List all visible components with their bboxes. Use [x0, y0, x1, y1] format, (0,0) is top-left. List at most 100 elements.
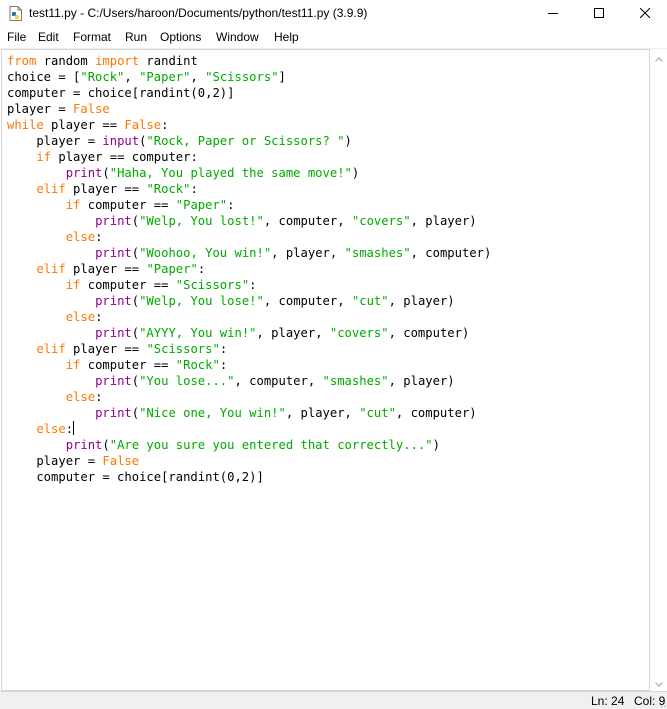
string-token: "Paper"	[139, 70, 191, 84]
keyword-token: else	[65, 310, 96, 324]
code-line[interactable]: elif player == "Paper":	[7, 262, 205, 276]
code-line[interactable]: computer = choice[randint(0,2)]	[7, 470, 263, 484]
code-token: player ==	[65, 342, 147, 356]
scroll-up-button[interactable]	[650, 49, 667, 66]
code-token: , player,	[271, 246, 345, 260]
menu-help[interactable]: Help	[274, 30, 299, 44]
builtin-token: print	[95, 374, 132, 388]
code-line[interactable]: print("Are you sure you entered that cor…	[7, 438, 440, 452]
string-token: "Paper"	[175, 198, 228, 212]
minimize-button[interactable]	[530, 0, 576, 27]
code-line[interactable]: print("Welp, You lost!", computer, "cove…	[7, 214, 477, 228]
menu-run[interactable]: Run	[125, 30, 147, 44]
code-line[interactable]: while player == False:	[7, 118, 168, 132]
string-token: "Rock"	[175, 358, 220, 372]
vertical-scrollbar[interactable]	[650, 49, 667, 691]
code-line[interactable]: computer = choice[randint(0,2)]	[7, 86, 234, 100]
code-line[interactable]: if computer == "Rock":	[7, 358, 227, 372]
string-token: "Rock, Paper or Scissors? "	[146, 134, 345, 148]
code-token: :	[161, 118, 169, 132]
code-token: ,	[124, 70, 140, 84]
code-token: :	[65, 422, 74, 436]
keyword-token: import	[95, 54, 140, 68]
keyword-token: else	[36, 422, 66, 436]
menu-file[interactable]: File	[7, 30, 26, 44]
code-token: (	[131, 246, 140, 260]
string-token: "smashes"	[344, 246, 411, 260]
code-token: , computer,	[263, 214, 352, 228]
builtin-token: print	[95, 246, 132, 260]
code-line[interactable]: from random import randint	[7, 54, 198, 68]
code-token: player ==	[65, 262, 147, 276]
code-token: , computer,	[234, 374, 323, 388]
code-line[interactable]: print("Nice one, You win!", player, "cut…	[7, 406, 477, 420]
code-text[interactable]: from random import randint choice = ["Ro…	[7, 53, 491, 485]
builtin-token: print	[95, 294, 132, 308]
code-token: player ==	[65, 182, 147, 196]
code-editor[interactable]: from random import randint choice = ["Ro…	[1, 49, 650, 691]
code-line[interactable]: elif player == "Scissors":	[7, 342, 227, 356]
string-token: "Scissors"	[175, 278, 250, 292]
menu-bar: File Edit Format Run Options Window Help	[0, 27, 667, 49]
code-token: player =	[7, 134, 103, 148]
code-line[interactable]: print("AYYY, You win!", player, "covers"…	[7, 326, 469, 340]
code-line[interactable]: choice = ["Rock", "Paper", "Scissors"]	[7, 70, 286, 84]
code-line[interactable]: player = False	[7, 454, 139, 468]
string-token: "Paper"	[146, 262, 198, 276]
code-line[interactable]: elif player == "Rock":	[7, 182, 197, 196]
string-token: "Welp, You lose!"	[139, 294, 264, 308]
code-line[interactable]: else:	[7, 390, 103, 404]
code-line[interactable]: print("Woohoo, You win!", player, "smash…	[7, 246, 491, 260]
code-token: ]	[278, 70, 286, 84]
title-bar[interactable]: test11.py - C:/Users/haroon/Documents/py…	[0, 0, 667, 27]
keyword-token: False	[102, 454, 140, 468]
menu-edit[interactable]: Edit	[38, 30, 59, 44]
code-line[interactable]: if computer == "Paper":	[7, 198, 235, 212]
builtin-token: input	[102, 134, 140, 148]
string-token: "AYYY, You win!"	[139, 326, 257, 340]
builtin-token: print	[95, 326, 132, 340]
code-token: player =	[7, 102, 74, 116]
string-token: "Rock"	[146, 182, 191, 196]
code-token: :	[219, 342, 228, 356]
code-token: computer = choice[randint(0,2)]	[7, 86, 235, 100]
minimize-icon	[548, 5, 558, 23]
code-token: :	[95, 310, 103, 324]
close-button[interactable]	[622, 0, 667, 27]
code-line[interactable]: player = False	[7, 102, 110, 116]
menu-window[interactable]: Window	[216, 30, 259, 44]
code-line[interactable]: if computer == "Scissors":	[7, 278, 257, 292]
scroll-down-button[interactable]	[650, 674, 667, 691]
python-file-icon	[9, 6, 23, 21]
keyword-token: if	[65, 278, 81, 292]
code-line[interactable]: print("You lose...", computer, "smashes"…	[7, 374, 455, 388]
code-line[interactable]: else:	[7, 310, 103, 324]
code-token: :	[227, 198, 235, 212]
code-token: :	[249, 278, 257, 292]
code-token: randint	[139, 54, 198, 68]
builtin-token: print	[65, 166, 103, 180]
code-line[interactable]: else:	[7, 230, 103, 244]
code-token: (	[131, 294, 140, 308]
maximize-button[interactable]	[576, 0, 622, 27]
code-line[interactable]: if player == computer:	[7, 150, 197, 164]
code-token: (	[131, 326, 140, 340]
code-line[interactable]: print("Haha, You played the same move!")	[7, 166, 360, 180]
resize-grip-icon[interactable]	[656, 698, 666, 708]
menu-format[interactable]: Format	[73, 30, 111, 44]
string-token: "Woohoo, You win!"	[139, 246, 272, 260]
menu-options[interactable]: Options	[160, 30, 201, 44]
code-line[interactable]: player = input("Rock, Paper or Scissors?…	[7, 134, 352, 148]
code-line[interactable]: print("Welp, You lose!", computer, "cut"…	[7, 294, 455, 308]
code-line[interactable]: else:	[7, 421, 75, 436]
window-title: test11.py - C:/Users/haroon/Documents/py…	[29, 6, 368, 20]
